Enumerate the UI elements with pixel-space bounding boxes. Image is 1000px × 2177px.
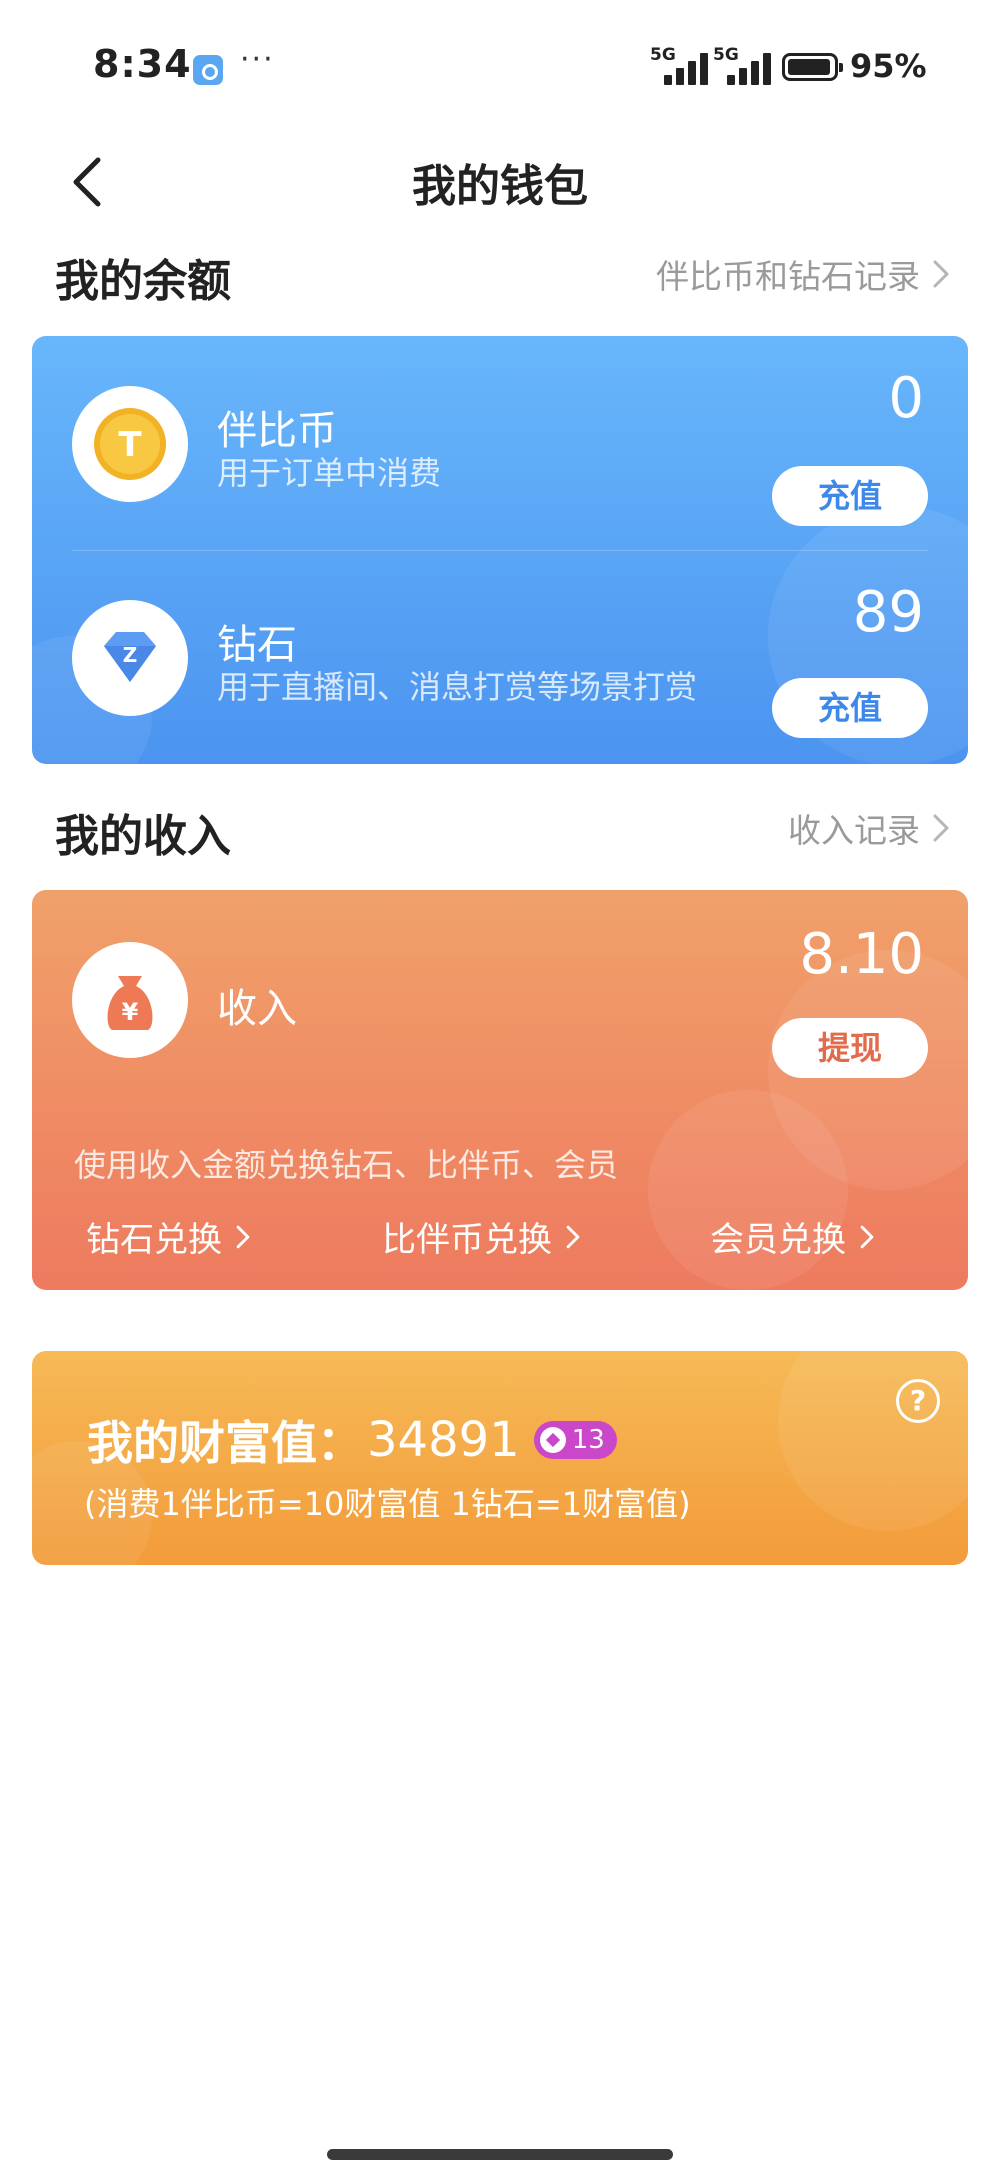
svg-text:Z: Z — [123, 643, 138, 667]
coin-icon-wrapper: T — [72, 386, 188, 502]
more-notifications-icon: ··· — [240, 42, 275, 77]
exchange-hint: 使用收入金额兑换钻石、比伴币、会员 — [74, 1146, 619, 1184]
coin-recharge-button[interactable]: 充值 — [772, 466, 928, 526]
status-time: 8:34 — [93, 42, 192, 86]
coin-exchange-label: 比伴币兑换 — [382, 1220, 552, 1260]
diamond-icon: Z — [104, 632, 156, 682]
network-type-label: 5G — [713, 45, 739, 65]
balance-records-label: 伴比币和钻石记录 — [656, 257, 920, 296]
diamond-balance-value: 89 — [852, 580, 924, 645]
chevron-right-icon — [933, 260, 949, 288]
help-icon[interactable]: ? — [896, 1379, 940, 1423]
coin-description: 用于订单中消费 — [217, 454, 442, 492]
wealth-line: 我的财富值： 34891 13 — [87, 1407, 617, 1473]
balance-card: T 伴比币 用于订单中消费 0 充值 Z 钻石 用于直播间、消息打赏等场景打赏 … — [32, 336, 968, 764]
withdraw-button[interactable]: 提现 — [772, 1018, 928, 1078]
income-records-link[interactable]: 收入记录 — [788, 804, 952, 852]
income-card: ¥ 收入 8.10 提现 使用收入金额兑换钻石、比伴币、会员 钻石兑换 比伴币兑… — [32, 890, 968, 1290]
coin-balance-value: 0 — [888, 366, 924, 431]
battery-icon — [782, 53, 843, 81]
wealth-label: 我的财富值： — [87, 1416, 363, 1470]
chevron-right-icon — [860, 1225, 874, 1248]
money-bag-icon-wrapper: ¥ — [72, 942, 188, 1058]
diamond-icon-wrapper: Z — [72, 600, 188, 716]
balance-section-title: 我的余额 — [55, 256, 231, 307]
money-bag-icon: ¥ — [107, 976, 153, 1030]
income-records-label: 收入记录 — [788, 811, 920, 850]
divider — [72, 550, 928, 551]
chevron-right-icon — [933, 814, 949, 842]
chevron-right-icon — [566, 1225, 580, 1248]
coin-exchange-link[interactable]: 比伴币兑换 — [382, 1212, 582, 1261]
income-value: 8.10 — [799, 922, 924, 987]
battery-percent: 95% — [850, 47, 927, 85]
diamond-recharge-button[interactable]: 充值 — [772, 678, 928, 738]
svg-text:T: T — [118, 425, 142, 465]
vip-exchange-label: 会员兑换 — [710, 1220, 846, 1260]
status-bar: 8:34 ··· 5G 5G 95% — [0, 0, 1000, 130]
page-title: 我的钱包 — [412, 161, 588, 212]
svg-text:¥: ¥ — [122, 998, 139, 1026]
diamond-description: 用于直播间、消息打赏等场景打赏 — [217, 668, 698, 706]
cellular-signal-icon: 5G — [713, 45, 775, 85]
balance-records-link[interactable]: 伴比币和钻石记录 — [656, 250, 952, 298]
home-indicator[interactable] — [327, 2149, 673, 2160]
wealth-value: 34891 — [367, 1412, 520, 1468]
level-diamond-icon — [539, 1427, 566, 1453]
wealth-level-badge: 13 — [533, 1421, 617, 1459]
income-name: 收入 — [217, 986, 297, 1032]
wealth-level: 13 — [571, 1425, 605, 1455]
wealth-card[interactable]: 我的财富值： 34891 13 (消费1伴比币=10财富值 1钻石=1财富值) … — [32, 1351, 968, 1565]
diamond-exchange-link[interactable]: 钻石兑换 — [86, 1212, 252, 1261]
coin-icon: T — [94, 408, 166, 480]
network-type-label: 5G — [650, 45, 676, 65]
app-notification-icon — [193, 55, 223, 85]
wealth-note: (消费1伴比币=10财富值 1钻石=1财富值) — [84, 1485, 691, 1523]
income-section-title: 我的收入 — [55, 811, 231, 862]
cellular-signal-icon: 5G — [650, 45, 712, 85]
diamond-exchange-label: 钻石兑换 — [86, 1220, 222, 1260]
vip-exchange-link[interactable]: 会员兑换 — [710, 1212, 876, 1261]
chevron-right-icon — [236, 1225, 250, 1248]
